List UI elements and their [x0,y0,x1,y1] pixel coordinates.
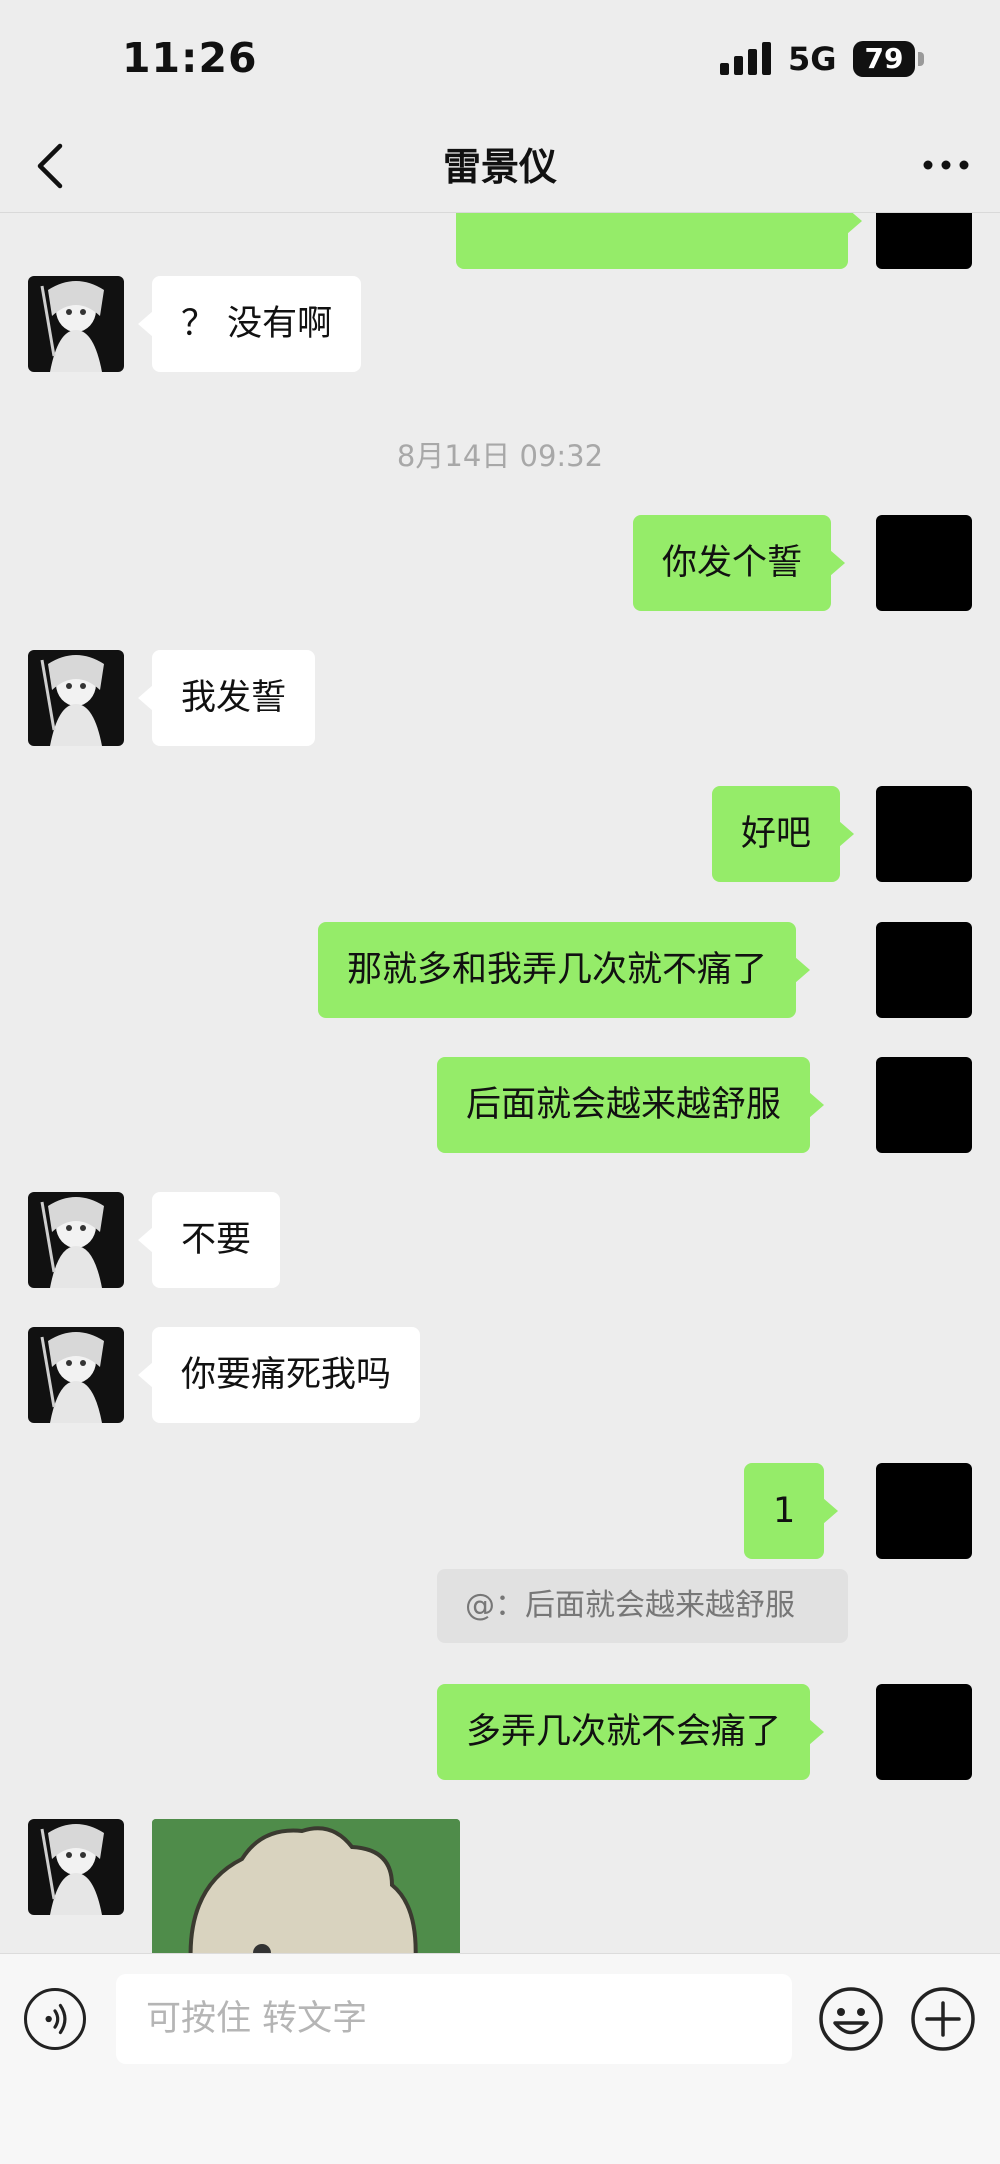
message-list[interactable]: ？ 没有啊 8月14日 09:32 你发个誓 我发誓 好吧 那就多和我弄几次就不… [0,213,1000,1953]
cellular-signal-icon [720,41,772,75]
chat-header: 雷景仪 [0,120,1000,213]
network-type: 5G [788,40,837,78]
message-bubble-sent[interactable]: 那就多和我弄几次就不痛了 [318,922,811,1018]
message-bubble-sent[interactable]: 你发个誓 [633,515,846,611]
message-bubble-sent[interactable]: 多弄几次就不会痛了 [437,1684,825,1780]
contact-avatar[interactable] [28,1327,124,1423]
message-bubble-sent[interactable]: 后面就会越来越舒服 [437,1057,825,1153]
quoted-message[interactable]: @：后面就会越来越舒服 [437,1569,848,1643]
my-avatar[interactable] [876,1463,972,1559]
more-dots-icon[interactable] [920,140,972,190]
message-bubble-sent[interactable]: 好吧 [712,786,855,882]
my-avatar[interactable] [876,515,972,611]
my-avatar[interactable] [876,922,972,1018]
contact-avatar[interactable] [28,276,124,372]
message-bubble-received[interactable]: ？ 没有啊 [137,276,362,372]
contact-avatar[interactable] [28,1192,124,1288]
contact-avatar[interactable] [28,1819,124,1915]
battery-icon: 79 [853,41,915,77]
message-bubble-sent[interactable]: 1 [744,1463,839,1559]
contact-avatar[interactable] [28,650,124,746]
input-bar: 可按住 转文字 [0,1953,1000,2164]
status-bar: 11:26 5G 79 [0,0,1000,120]
plus-icon[interactable] [910,1986,976,2052]
my-avatar[interactable] [876,213,972,269]
message-bubble-received[interactable]: 不要 [137,1192,281,1288]
message-bubble-received[interactable]: 你要痛死我吗 [137,1327,421,1423]
my-avatar[interactable] [876,1057,972,1153]
message-input[interactable]: 可按住 转文字 [116,1974,792,2064]
timestamp: 8月14日 09:32 [396,439,604,473]
bear-sticker[interactable] [152,1819,460,1953]
voice-icon[interactable] [24,1988,86,2050]
my-avatar[interactable] [876,786,972,882]
my-avatar[interactable] [876,1684,972,1780]
emoji-icon[interactable] [818,1986,884,2052]
status-time: 11:26 [122,34,258,82]
battery-tip [918,52,924,66]
message-bubble-received[interactable]: 我发誓 [137,650,316,746]
message-bubble-sent[interactable] [456,213,862,269]
chat-title: 雷景仪 [442,145,557,189]
